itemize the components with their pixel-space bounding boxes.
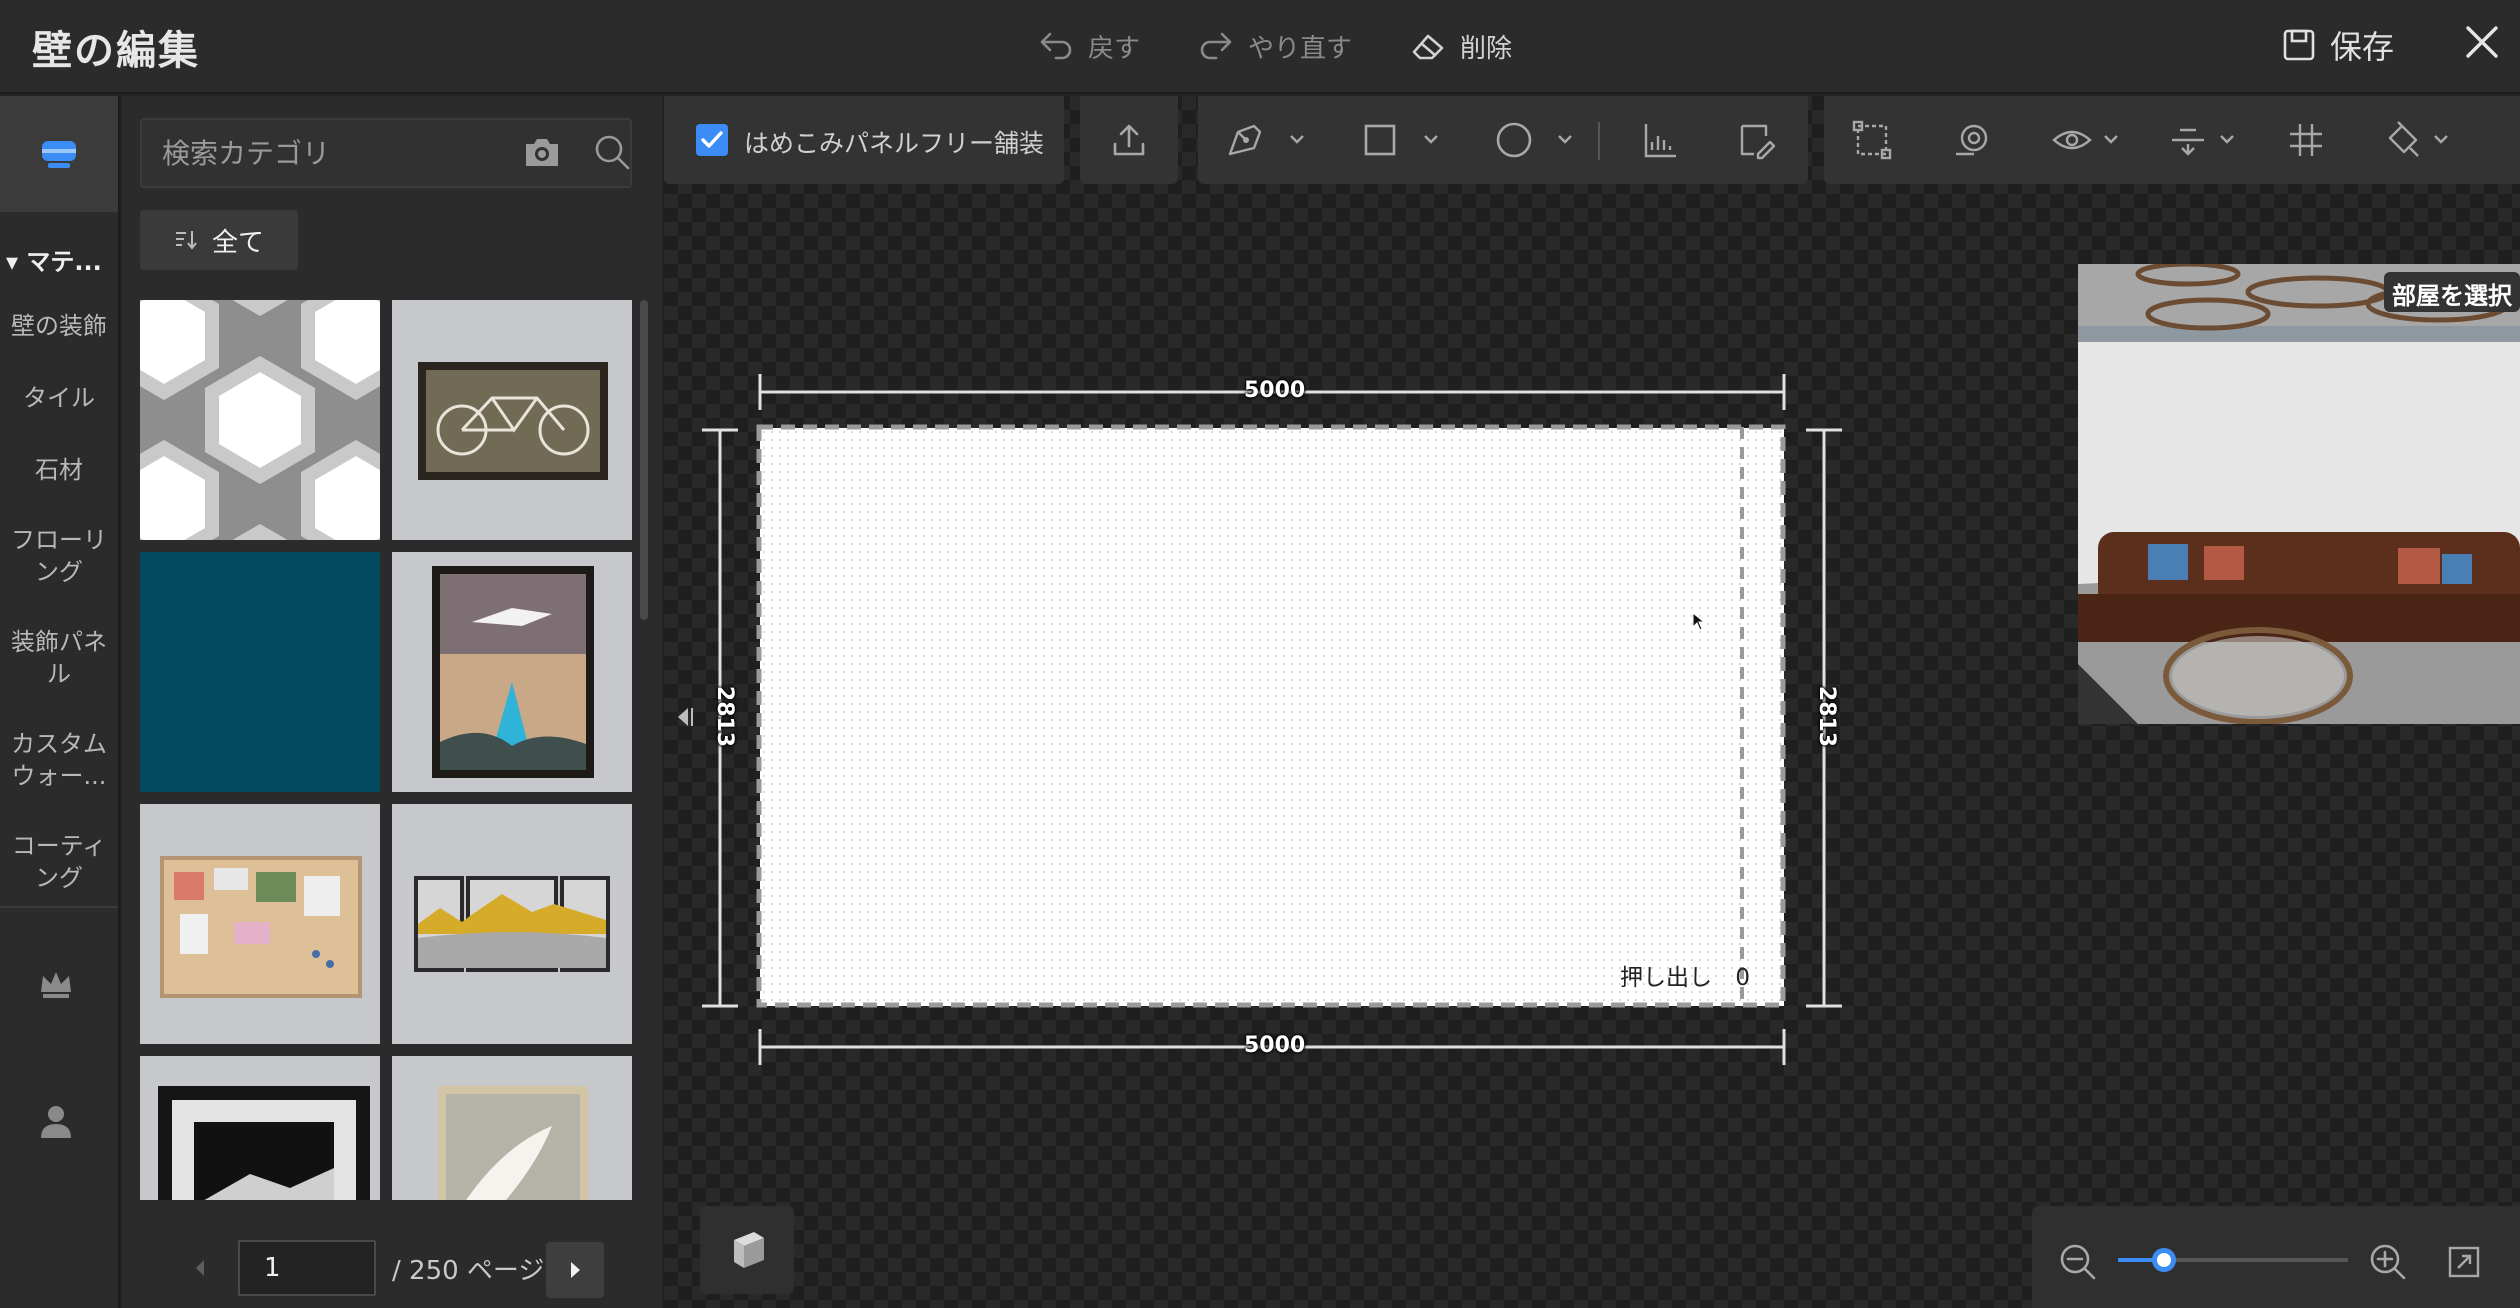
- rail-item-wall-decor[interactable]: 壁の装飾: [0, 310, 118, 342]
- rail-item-stone[interactable]: 石材: [0, 454, 118, 486]
- paint-roller-icon: [42, 141, 76, 168]
- category-rail: ▾ マテ... 壁の装飾 タイル 石材 フローリング 装飾パネル カスタムウォー…: [0, 96, 120, 1308]
- material-tile-cork-board[interactable]: [140, 804, 380, 1044]
- save-label: 保存: [2330, 28, 2395, 66]
- rail-item-coating[interactable]: コーティング: [0, 830, 118, 894]
- rail-item-decor-panel[interactable]: 装飾パネル: [0, 626, 118, 690]
- page-number-input[interactable]: [238, 1240, 376, 1296]
- eraser-icon: [1412, 34, 1444, 60]
- select-room-label[interactable]: 部屋を選択: [2384, 272, 2520, 312]
- save-button[interactable]: 保存: [2282, 20, 2394, 70]
- fit-to-screen-icon[interactable]: [2446, 1244, 2482, 1280]
- feather-art-image: [392, 1056, 632, 1200]
- cork-board-image: [140, 804, 380, 1044]
- next-page-button[interactable]: [546, 1242, 604, 1298]
- next-page-icon: [571, 1262, 580, 1278]
- redo-button[interactable]: やり直す: [1196, 22, 1352, 70]
- zoom-controls: [2032, 1206, 2520, 1308]
- page-title: 壁の編集: [32, 28, 200, 74]
- material-tile-landscape-triptych[interactable]: [392, 804, 632, 1044]
- bicycle-frame-image: [392, 300, 632, 540]
- wall-canvas[interactable]: 押し出し 0: [756, 424, 1786, 1008]
- view-3d-button[interactable]: [700, 1206, 794, 1294]
- delete-label: 削除: [1460, 33, 1513, 64]
- material-tile-framed-mountain[interactable]: [140, 1056, 380, 1200]
- triptych-image: [392, 804, 632, 1044]
- save-icon: [2283, 29, 2315, 61]
- material-tile-teal[interactable]: [140, 552, 380, 792]
- hexagon-pattern-image: [140, 300, 380, 540]
- rail-header[interactable]: ▾ マテ...: [6, 242, 102, 277]
- rail-item-custom-wall[interactable]: カスタムウォー...: [0, 728, 118, 792]
- dimension-top-label: 5000: [1244, 378, 1306, 403]
- extrude-value: 0: [1735, 965, 1750, 991]
- room-preview-image: [2078, 264, 2520, 724]
- wall-outline: [756, 424, 1786, 1008]
- material-tile-bicycle-frame[interactable]: [392, 300, 632, 540]
- zoom-in-icon[interactable]: [2368, 1242, 2408, 1282]
- redo-label: やり直す: [1248, 33, 1353, 64]
- dimension-right-label: 2813: [1814, 685, 1840, 748]
- wall-editor-app: 壁の編集 戻す やり直す 削除 保存 ▾ マテ... 壁の装飾 タイル 石材 フ…: [0, 0, 2520, 1308]
- filter-all-label: 全て: [211, 227, 264, 258]
- material-scrollbar[interactable]: [640, 300, 648, 620]
- zoom-slider-handle[interactable]: [2152, 1248, 2176, 1272]
- search-box: [140, 118, 632, 188]
- pagination: / 250 ページ: [122, 1236, 662, 1306]
- undo-label: 戻す: [1088, 33, 1141, 64]
- rail-item-tile[interactable]: タイル: [0, 382, 118, 414]
- material-grid: [140, 300, 648, 1200]
- cube-icon: [734, 1232, 764, 1268]
- room-preview[interactable]: [2078, 264, 2520, 724]
- page-total-label: / 250 ページ: [392, 1256, 545, 1286]
- undo-button[interactable]: 戻す: [1036, 22, 1140, 70]
- sort-icon: [175, 231, 197, 250]
- delete-button[interactable]: 削除: [1408, 22, 1512, 70]
- search-input[interactable]: [142, 120, 482, 186]
- undo-icon: [1040, 32, 1072, 60]
- rail-item-flooring[interactable]: フローリング: [0, 524, 118, 588]
- close-icon[interactable]: [2462, 22, 2502, 62]
- camera-icon[interactable]: [524, 136, 560, 168]
- rail-materials-tab[interactable]: [0, 96, 118, 212]
- material-tile-feather-art[interactable]: [392, 1056, 632, 1200]
- extrude-label: 押し出し: [1620, 965, 1713, 991]
- zoom-out-icon[interactable]: [2058, 1242, 2098, 1282]
- extrude-readout: 押し出し 0: [1620, 958, 1750, 992]
- redo-icon: [1200, 32, 1232, 60]
- editor-workspace[interactable]: はめこみパネルフリー舗装 5000 5000 2813 2813 押し出し 0 …: [664, 96, 2520, 1308]
- rail-divider: [0, 906, 118, 908]
- framed-mountain-image: [140, 1056, 380, 1200]
- rail-header-label: マテ...: [26, 248, 102, 276]
- crown-icon[interactable]: [35, 962, 77, 1004]
- material-tile-hexagon[interactable]: [140, 300, 380, 540]
- mouse-cursor-icon: [1692, 612, 1706, 631]
- crane-painting-image: [392, 552, 632, 792]
- material-tile-crane-painting[interactable]: [392, 552, 632, 792]
- material-panel: 全て: [122, 96, 662, 1308]
- filter-all-button[interactable]: 全て: [140, 210, 298, 270]
- title-bar: 壁の編集 戻す やり直す 削除 保存: [0, 0, 2520, 94]
- search-icon[interactable]: [592, 132, 632, 172]
- prev-page-icon[interactable]: [182, 1250, 218, 1286]
- dimension-left-label: 2813: [712, 685, 738, 748]
- user-icon[interactable]: [35, 1100, 77, 1142]
- dimension-bottom-label: 5000: [1244, 1033, 1306, 1058]
